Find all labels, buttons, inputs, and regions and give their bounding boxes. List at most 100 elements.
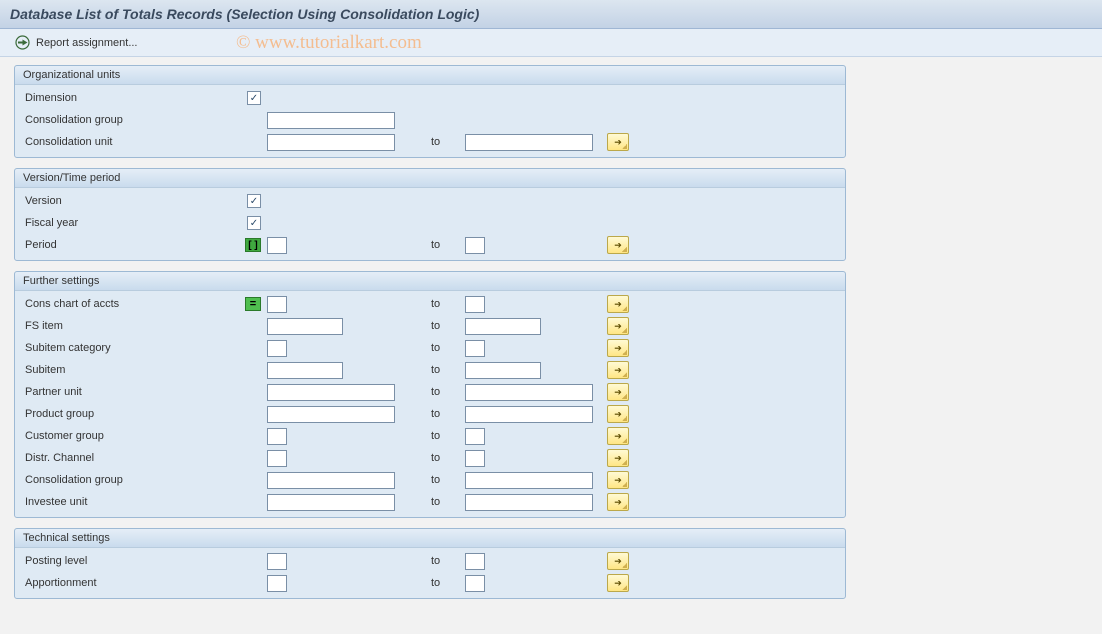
to-label: to: [431, 342, 465, 354]
label-product-group: Product group: [23, 408, 243, 420]
partner-unit-from-input[interactable]: [267, 384, 395, 401]
group-header: Version/Time period: [15, 169, 845, 188]
title-bar: Database List of Totals Records (Selecti…: [0, 0, 1102, 29]
row-product-group: Product group to: [23, 403, 837, 425]
execute-icon[interactable]: [14, 35, 30, 51]
consolidation-group-from-input[interactable]: [267, 472, 395, 489]
multiple-selection-button[interactable]: [607, 449, 629, 467]
interval-icon[interactable]: [ ]: [245, 238, 261, 252]
to-label: to: [431, 136, 465, 148]
consolidation-unit-to-input[interactable]: [465, 134, 593, 151]
multiple-selection-button[interactable]: [607, 471, 629, 489]
label-partner-unit: Partner unit: [23, 386, 243, 398]
cons-chart-to-input[interactable]: [465, 296, 485, 313]
label-apportionment: Apportionment: [23, 577, 243, 589]
label-subitem: Subitem: [23, 364, 243, 376]
label-subitem-cat: Subitem category: [23, 342, 243, 354]
check-icon[interactable]: ✓: [247, 216, 261, 230]
product-group-to-input[interactable]: [465, 406, 593, 423]
distr-channel-from-input[interactable]: [267, 450, 287, 467]
to-label: to: [431, 386, 465, 398]
row-investee-unit: Investee unit to: [23, 491, 837, 513]
multiple-selection-button[interactable]: [607, 574, 629, 592]
page-title: Database List of Totals Records (Selecti…: [10, 6, 1092, 22]
multiple-selection-button[interactable]: [607, 133, 629, 151]
to-label: to: [431, 430, 465, 442]
multiple-selection-button[interactable]: [607, 552, 629, 570]
apportionment-to-input[interactable]: [465, 575, 485, 592]
to-label: to: [431, 408, 465, 420]
multiple-selection-button[interactable]: [607, 295, 629, 313]
investee-unit-from-input[interactable]: [267, 494, 395, 511]
cons-chart-from-input[interactable]: [267, 296, 287, 313]
row-fiscal-year: Fiscal year ✓: [23, 212, 837, 234]
to-label: to: [431, 474, 465, 486]
label-posting-level: Posting level: [23, 555, 243, 567]
subitem-to-input[interactable]: [465, 362, 541, 379]
to-label: to: [431, 298, 465, 310]
distr-channel-to-input[interactable]: [465, 450, 485, 467]
apportionment-from-input[interactable]: [267, 575, 287, 592]
row-consolidation-group: Consolidation group: [23, 109, 837, 131]
subitem-cat-from-input[interactable]: [267, 340, 287, 357]
consolidation-unit-from-input[interactable]: [267, 134, 395, 151]
investee-unit-to-input[interactable]: [465, 494, 593, 511]
multiple-selection-button[interactable]: [607, 493, 629, 511]
check-icon[interactable]: ✓: [247, 194, 261, 208]
label-customer-group: Customer group: [23, 430, 243, 442]
product-group-from-input[interactable]: [267, 406, 395, 423]
subitem-from-input[interactable]: [267, 362, 343, 379]
row-cons-chart: Cons chart of accts = to: [23, 293, 837, 315]
multiple-selection-button[interactable]: [607, 383, 629, 401]
check-icon[interactable]: ✓: [247, 91, 261, 105]
customer-group-to-input[interactable]: [465, 428, 485, 445]
multiple-selection-button[interactable]: [607, 405, 629, 423]
row-customer-group: Customer group to: [23, 425, 837, 447]
row-consolidation-unit: Consolidation unit to: [23, 131, 837, 153]
multiple-selection-button[interactable]: [607, 236, 629, 254]
row-distr-channel: Distr. Channel to: [23, 447, 837, 469]
to-label: to: [431, 496, 465, 508]
subitem-cat-to-input[interactable]: [465, 340, 485, 357]
toolbar: Report assignment...: [0, 29, 1102, 57]
multiple-selection-button[interactable]: [607, 361, 629, 379]
row-subitem-cat: Subitem category to: [23, 337, 837, 359]
group-header: Organizational units: [15, 66, 845, 85]
label-fs-item: FS item: [23, 320, 243, 332]
period-to-input[interactable]: [465, 237, 485, 254]
label-consolidation-group: Consolidation group: [23, 474, 243, 486]
label-consolidation-group: Consolidation group: [23, 114, 243, 126]
row-fs-item: FS item to: [23, 315, 837, 337]
posting-level-to-input[interactable]: [465, 553, 485, 570]
partner-unit-to-input[interactable]: [465, 384, 593, 401]
posting-level-from-input[interactable]: [267, 553, 287, 570]
to-label: to: [431, 239, 465, 251]
label-investee-unit: Investee unit: [23, 496, 243, 508]
group-further-settings: Further settings Cons chart of accts = t…: [14, 271, 846, 518]
fs-item-from-input[interactable]: [267, 318, 343, 335]
multiple-selection-button[interactable]: [607, 339, 629, 357]
report-assignment-link[interactable]: Report assignment...: [36, 37, 138, 49]
label-period: Period: [23, 239, 243, 251]
group-version-time: Version/Time period Version ✓ Fiscal yea…: [14, 168, 846, 261]
multiple-selection-button[interactable]: [607, 427, 629, 445]
customer-group-from-input[interactable]: [267, 428, 287, 445]
period-from-input[interactable]: [267, 237, 287, 254]
multiple-selection-button[interactable]: [607, 317, 629, 335]
to-label: to: [431, 364, 465, 376]
label-dimension: Dimension: [23, 92, 243, 104]
label-cons-chart: Cons chart of accts: [23, 298, 243, 310]
label-consolidation-unit: Consolidation unit: [23, 136, 243, 148]
to-label: to: [431, 577, 465, 589]
equal-icon[interactable]: =: [245, 297, 261, 311]
fs-item-to-input[interactable]: [465, 318, 541, 335]
consolidation-group-to-input[interactable]: [465, 472, 593, 489]
row-subitem: Subitem to: [23, 359, 837, 381]
group-header: Technical settings: [15, 529, 845, 548]
label-distr-channel: Distr. Channel: [23, 452, 243, 464]
group-organizational-units: Organizational units Dimension ✓ Consoli…: [14, 65, 846, 158]
consolidation-group-input[interactable]: [267, 112, 395, 129]
group-header: Further settings: [15, 272, 845, 291]
row-dimension: Dimension ✓: [23, 87, 837, 109]
group-technical-settings: Technical settings Posting level to Appo…: [14, 528, 846, 599]
